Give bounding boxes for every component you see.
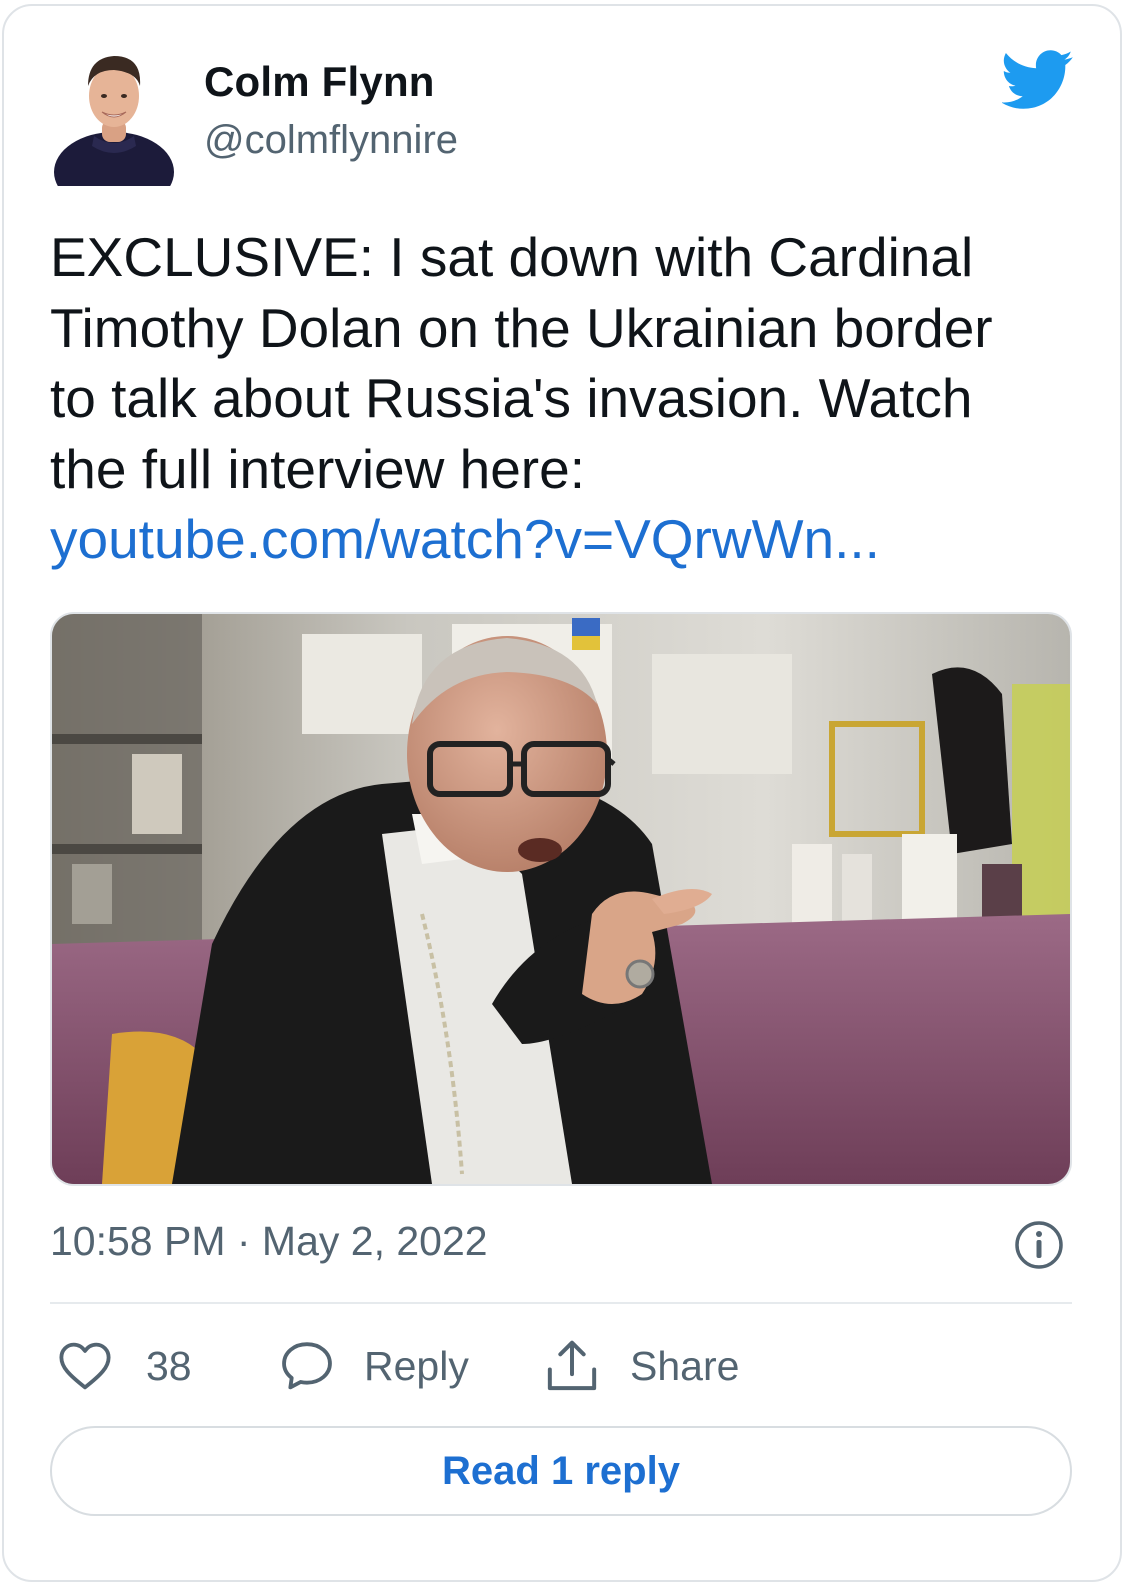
tweet-media[interactable] — [50, 612, 1072, 1186]
tweet-text-line: Timothy Dolan on the Ukrainian border — [50, 296, 993, 359]
tweet-text-line: to talk about Russia's invasion. Watch — [50, 367, 973, 429]
author-handle[interactable]: @colmflynnire — [204, 118, 458, 163]
like-count: 38 — [146, 1342, 192, 1389]
youtube-link[interactable]: youtube.com/watch?v=VQrwWn... — [50, 504, 1070, 575]
tweet-text-line: EXCLUSIVE: I sat down with Cardinal — [50, 226, 974, 288]
share-button[interactable]: Share — [544, 1338, 739, 1394]
comment-icon — [282, 1342, 332, 1390]
share-label: Share — [630, 1342, 740, 1389]
tweet-text-line: the full interview here: — [50, 437, 585, 500]
read-replies-button[interactable]: Read 1 reply — [50, 1426, 1072, 1516]
author-name[interactable]: Colm Flynn — [204, 58, 435, 106]
profile-photo-icon — [54, 56, 174, 212]
tweet-timestamp[interactable]: 10:58 PM · May 2, 2022 — [50, 1218, 488, 1265]
share-icon — [547, 1340, 597, 1391]
divider — [50, 1302, 1072, 1304]
reply-label: Reply — [364, 1342, 469, 1389]
heart-icon — [59, 1342, 111, 1390]
video-thumbnail-image — [52, 614, 1070, 1184]
info-icon[interactable] — [1014, 1220, 1064, 1270]
reply-button[interactable]: Reply — [280, 1338, 469, 1394]
tweet-text: EXCLUSIVE: I sat down with Cardinal Timo… — [50, 222, 1070, 575]
avatar[interactable] — [50, 38, 180, 212]
twitter-bird-icon[interactable] — [1000, 50, 1074, 110]
like-button[interactable]: 38 — [58, 1338, 192, 1394]
